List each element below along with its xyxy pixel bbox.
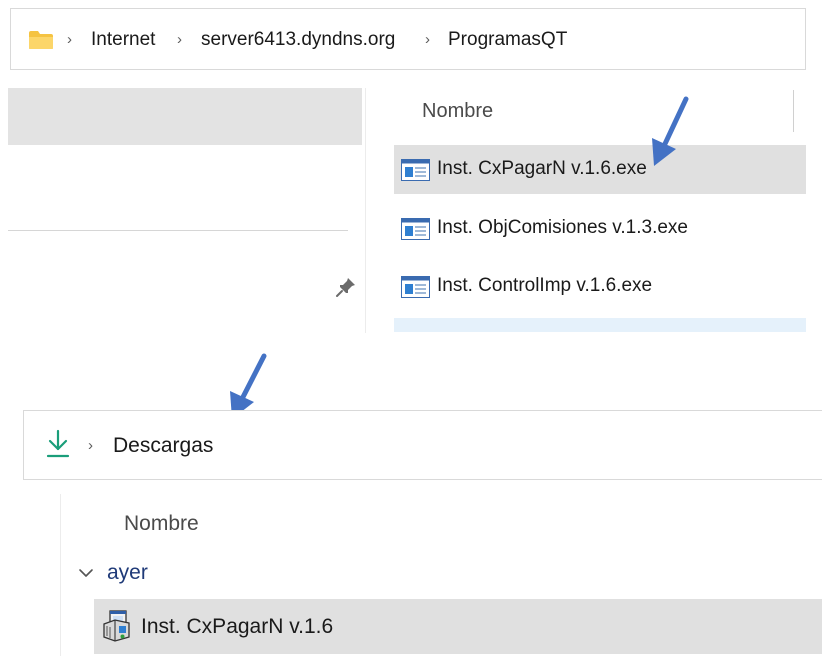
file-row[interactable]: Inst. ObjComisiones v.1.3.exe — [394, 204, 806, 253]
file-name: Inst. ControlImp v.1.6.exe — [437, 275, 653, 296]
address-bar[interactable]: › Descargas — [23, 410, 822, 480]
address-bar[interactable]: › Internet › server6413.dyndns.org › Pro… — [10, 8, 806, 70]
breadcrumb-separator: › — [177, 31, 182, 48]
navigation-pane-divider — [8, 230, 348, 231]
download-icon — [46, 429, 70, 458]
column-header-nombre[interactable]: Nombre — [124, 512, 199, 536]
file-row[interactable]: Inst. CxPagarN v.1.6.exe — [394, 145, 806, 194]
column-header-nombre[interactable]: Nombre — [422, 100, 493, 123]
file-name: Inst. ObjComisiones v.1.3.exe — [437, 217, 688, 238]
column-divider[interactable] — [793, 90, 794, 132]
application-window-icon — [401, 276, 430, 298]
pane-separator — [365, 88, 366, 333]
breadcrumb-server[interactable]: server6413.dyndns.org — [201, 29, 395, 51]
file-row-partial[interactable] — [394, 318, 806, 332]
group-label: ayer — [107, 561, 148, 584]
breadcrumb-separator: › — [425, 31, 430, 48]
breadcrumb-descargas[interactable]: Descargas — [113, 434, 213, 458]
file-row[interactable]: Inst. ControlImp v.1.6.exe — [394, 262, 806, 311]
breadcrumb-internet[interactable]: Internet — [91, 29, 155, 51]
breadcrumb-programasqt[interactable]: ProgramasQT — [448, 29, 567, 51]
application-window-icon — [401, 218, 430, 240]
file-row[interactable]: Inst. CxPagarN v.1.6 — [94, 599, 822, 654]
folder-icon — [29, 31, 53, 49]
breadcrumb-separator: › — [67, 31, 72, 48]
installer-icon — [103, 610, 130, 642]
pin-icon[interactable] — [335, 276, 357, 298]
breadcrumb-separator: › — [88, 437, 93, 454]
chevron-down-icon[interactable] — [78, 565, 94, 581]
navigation-pane-selected-item[interactable] — [8, 88, 362, 145]
application-window-icon — [401, 159, 430, 181]
pane-separator — [60, 494, 61, 656]
file-name: Inst. CxPagarN v.1.6 — [141, 615, 334, 638]
file-name: Inst. CxPagarN v.1.6.exe — [437, 158, 647, 179]
